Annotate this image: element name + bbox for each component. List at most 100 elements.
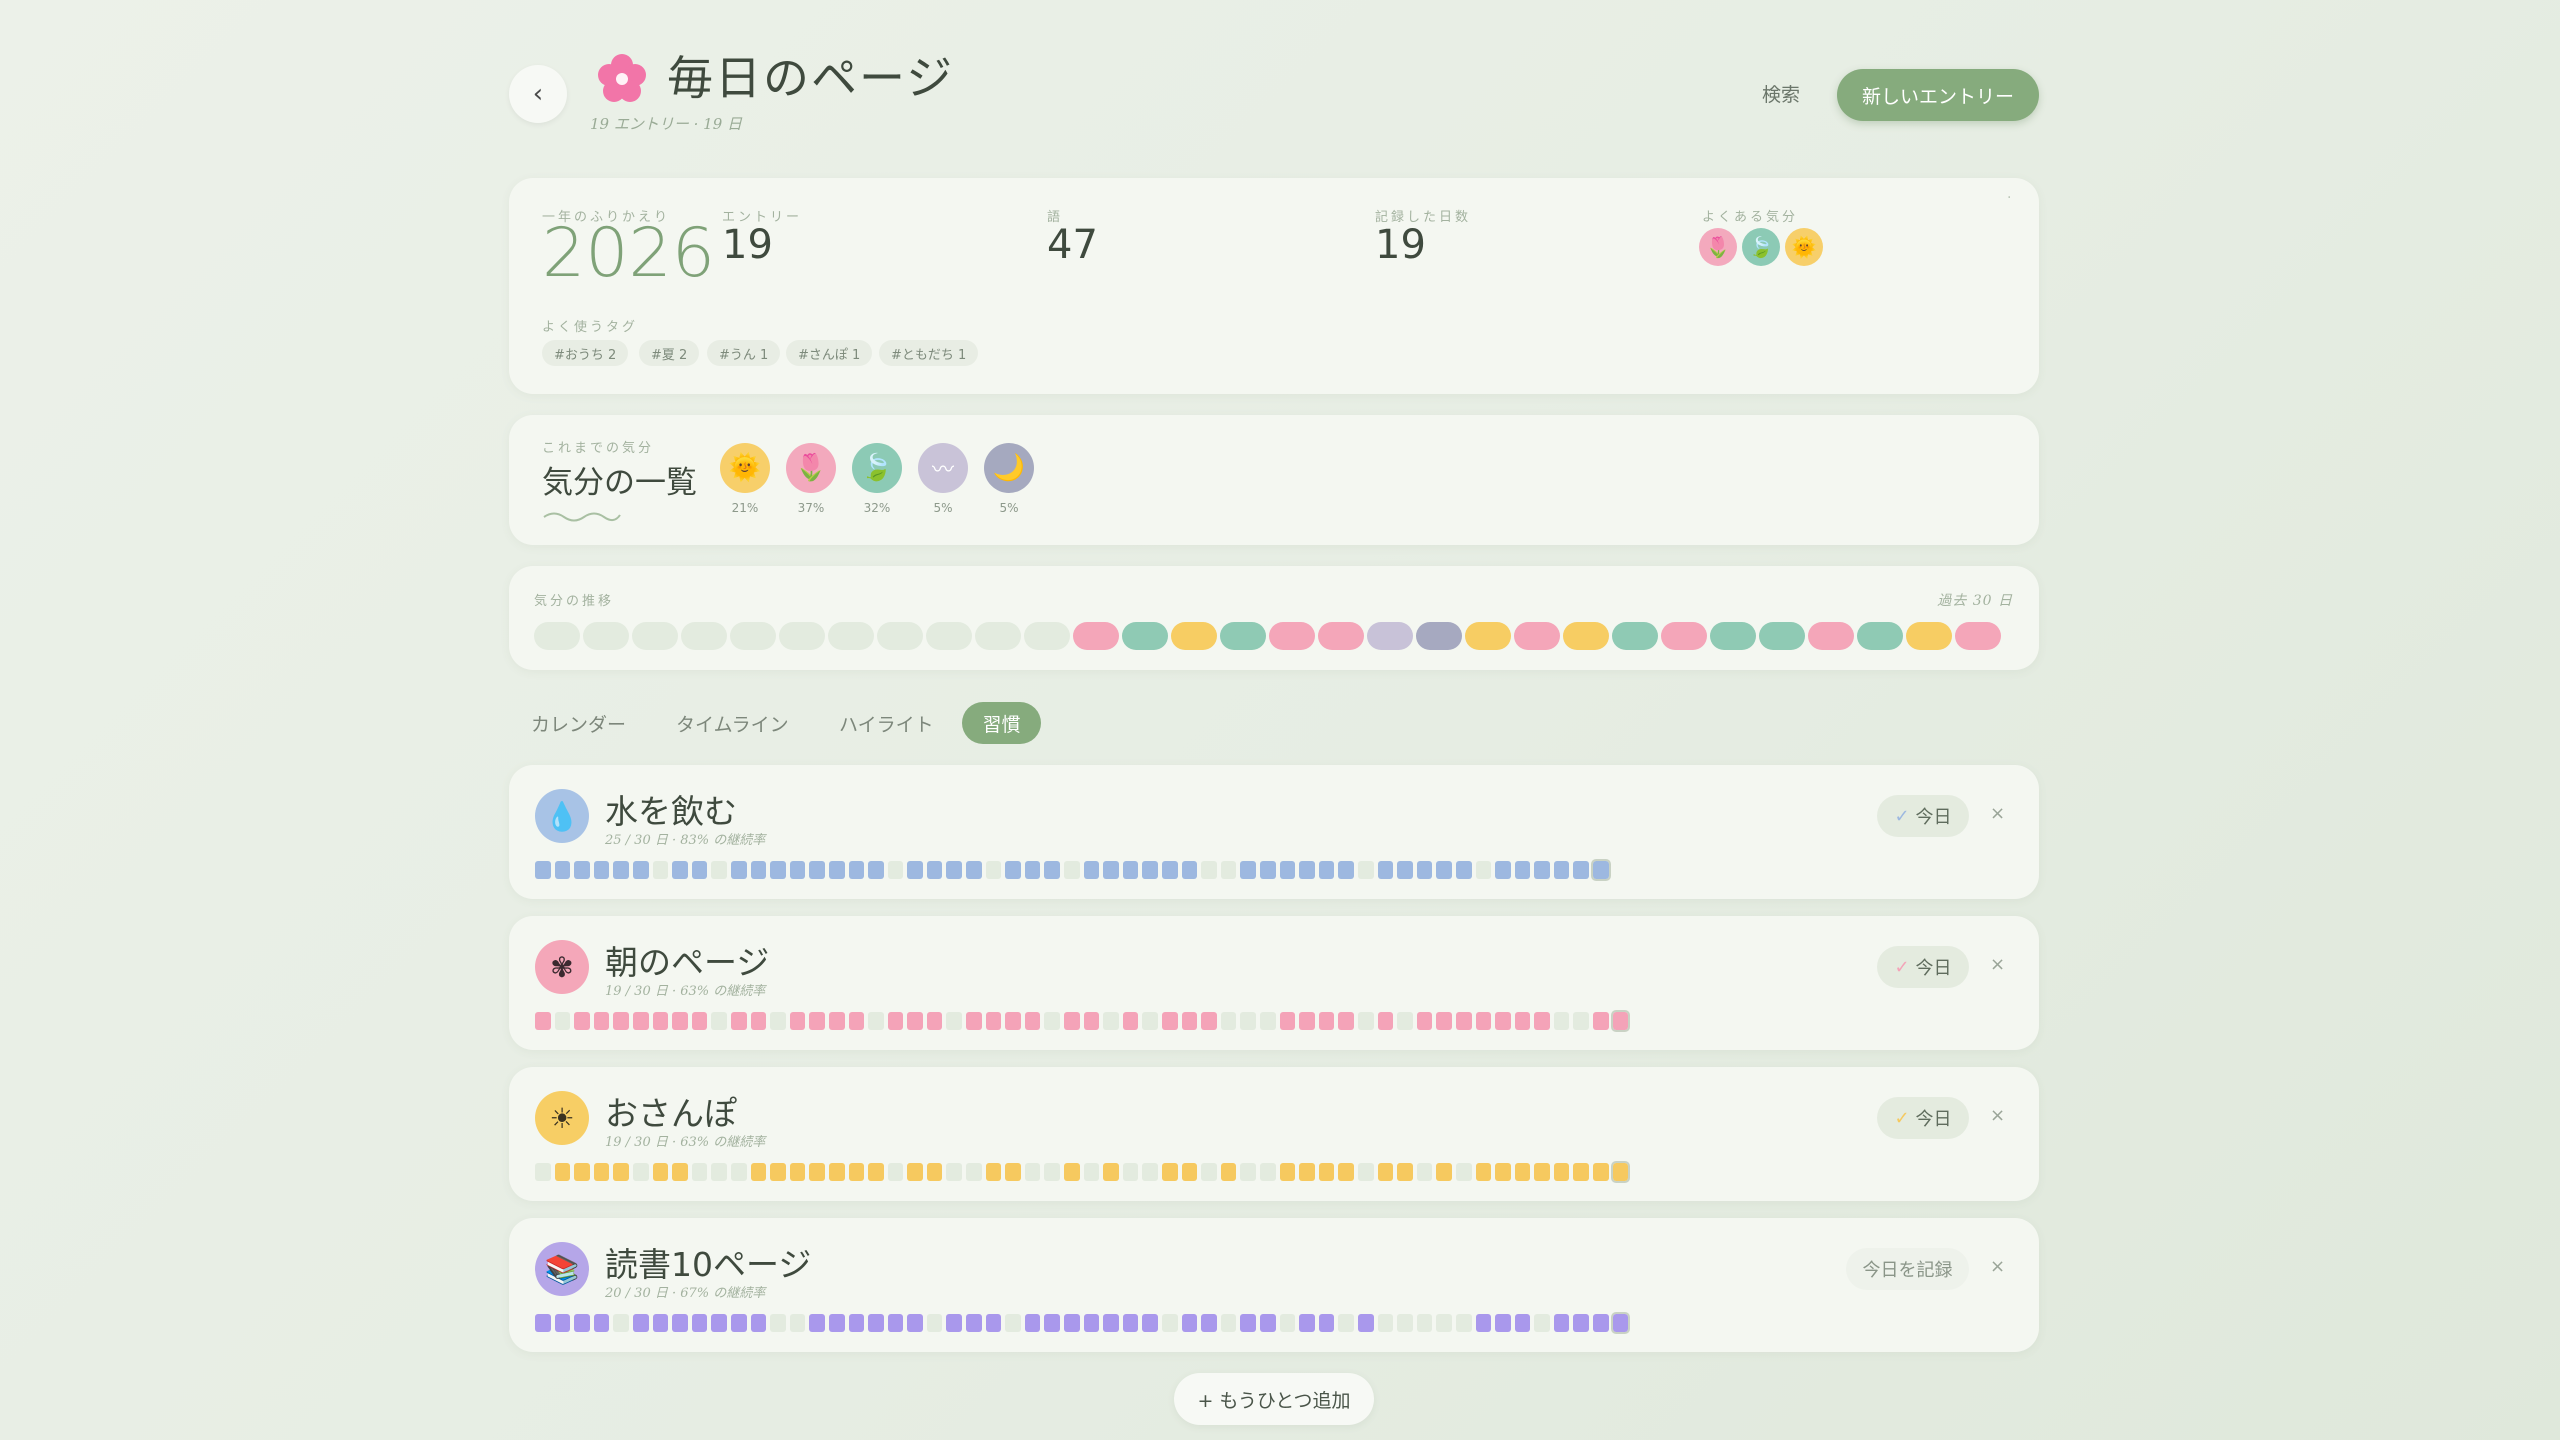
habit-day-cell[interactable] bbox=[887, 1012, 904, 1030]
habit-day-cell[interactable] bbox=[1455, 1163, 1472, 1181]
habit-day-cell[interactable] bbox=[574, 1012, 590, 1030]
habit-day-cell[interactable] bbox=[1299, 1163, 1315, 1181]
habit-day-cell[interactable] bbox=[1514, 1012, 1531, 1030]
habit-day-cell[interactable] bbox=[828, 1314, 845, 1332]
habit-day-cell[interactable] bbox=[535, 1163, 551, 1181]
habit-day-cell[interactable] bbox=[535, 1314, 551, 1332]
habit-day-cell[interactable] bbox=[711, 1012, 727, 1030]
habit-day-cell[interactable] bbox=[1103, 1163, 1119, 1181]
habit-day-cell[interactable] bbox=[1279, 1163, 1296, 1181]
habit-day-cell[interactable] bbox=[1377, 1314, 1394, 1332]
habit-day-cell[interactable] bbox=[1024, 1163, 1041, 1181]
habit-day-cell[interactable] bbox=[1514, 861, 1531, 879]
habit-day-cell[interactable] bbox=[966, 1314, 982, 1332]
habit-day-cell[interactable] bbox=[985, 1314, 1002, 1332]
habit-day-cell[interactable] bbox=[1593, 1012, 1609, 1030]
habit-day-cell[interactable] bbox=[1259, 861, 1276, 879]
habit-day-cell[interactable] bbox=[1024, 1314, 1041, 1332]
habit-day-cell[interactable] bbox=[632, 1012, 649, 1030]
habit-day-cell[interactable] bbox=[1416, 1314, 1433, 1332]
habit-day-cell[interactable] bbox=[926, 1314, 943, 1332]
habit-day-cell[interactable] bbox=[1475, 1012, 1492, 1030]
mood-trend-day[interactable] bbox=[1955, 622, 2001, 650]
habit-day-cell[interactable] bbox=[946, 861, 963, 879]
habit-day-cell[interactable] bbox=[632, 1314, 649, 1332]
habit-day-cell[interactable] bbox=[1220, 1314, 1237, 1332]
habit-day-cell[interactable] bbox=[1083, 1314, 1100, 1332]
habit-day-cell[interactable] bbox=[1162, 1012, 1178, 1030]
habit-day-cell[interactable] bbox=[593, 1163, 610, 1181]
mood-trend-day[interactable] bbox=[1416, 622, 1462, 650]
habit-day-cell[interactable] bbox=[868, 1163, 884, 1181]
habit-day-cell[interactable] bbox=[1103, 861, 1119, 879]
remove-habit-button[interactable]: × bbox=[1990, 954, 2005, 975]
habit-day-cell[interactable] bbox=[554, 1314, 571, 1332]
habit-day-cell[interactable] bbox=[1220, 1163, 1237, 1181]
habit-day-cell[interactable] bbox=[1573, 861, 1590, 879]
habit-day-cell[interactable] bbox=[770, 1314, 786, 1332]
habit-day-cell[interactable] bbox=[809, 1012, 825, 1030]
habit-day-cell[interactable] bbox=[1005, 1163, 1021, 1181]
habit-day-cell[interactable] bbox=[613, 861, 629, 879]
habit-day-cell[interactable] bbox=[1064, 1012, 1080, 1030]
habit-day-cell[interactable] bbox=[652, 861, 669, 879]
mood-trend-day[interactable] bbox=[1073, 622, 1119, 650]
mood-trend-day[interactable] bbox=[828, 622, 874, 650]
remove-habit-button[interactable]: × bbox=[1990, 1256, 2005, 1277]
remove-habit-button[interactable]: × bbox=[1990, 1105, 2005, 1126]
habit-day-cell[interactable] bbox=[1416, 1163, 1433, 1181]
habit-day-cell[interactable] bbox=[711, 861, 727, 879]
habit-day-cell[interactable] bbox=[966, 861, 982, 879]
mood-trend-day[interactable] bbox=[534, 622, 580, 650]
habit-day-cell[interactable] bbox=[672, 1163, 688, 1181]
habit-day-cell[interactable] bbox=[1181, 1163, 1198, 1181]
tag-chip[interactable]: #ともだち 1 bbox=[879, 340, 979, 366]
habit-day-cell[interactable] bbox=[632, 861, 649, 879]
habit-day-cell[interactable] bbox=[1240, 1163, 1256, 1181]
tab-highlights[interactable]: ハイライト bbox=[839, 702, 934, 744]
mood-trend-day[interactable] bbox=[1612, 622, 1658, 650]
habit-day-cell[interactable] bbox=[652, 1163, 669, 1181]
habit-day-cell[interactable] bbox=[1083, 1163, 1100, 1181]
habit-day-cell[interactable] bbox=[1083, 861, 1100, 879]
habit-day-cell[interactable] bbox=[1005, 1012, 1021, 1030]
habit-day-cell[interactable] bbox=[1201, 1012, 1217, 1030]
add-habit-button[interactable]: + もうひとつ追加 bbox=[1174, 1373, 1374, 1425]
habit-day-cell[interactable] bbox=[1610, 1312, 1631, 1334]
habit-day-cell[interactable] bbox=[672, 1012, 688, 1030]
habit-day-cell[interactable] bbox=[1142, 1012, 1158, 1030]
mood-trend-day[interactable] bbox=[1857, 622, 1903, 650]
habit-day-cell[interactable] bbox=[1377, 1012, 1394, 1030]
habit-day-cell[interactable] bbox=[672, 861, 688, 879]
habit-day-cell[interactable] bbox=[1044, 1012, 1061, 1030]
habit-day-cell[interactable] bbox=[750, 1163, 767, 1181]
habit-day-cell[interactable] bbox=[1103, 1012, 1119, 1030]
habit-day-cell[interactable] bbox=[1397, 1012, 1413, 1030]
habit-day-cell[interactable] bbox=[946, 1012, 963, 1030]
habit-day-cell[interactable] bbox=[730, 1314, 747, 1332]
mood-trend-day[interactable] bbox=[681, 622, 727, 650]
habit-day-cell[interactable] bbox=[1220, 861, 1237, 879]
leaf-icon[interactable]: 🍃 bbox=[852, 443, 902, 493]
habit-day-cell[interactable] bbox=[1455, 861, 1472, 879]
mood-trend-day[interactable] bbox=[1514, 622, 1560, 650]
habit-day-cell[interactable] bbox=[1534, 1012, 1550, 1030]
habit-day-cell[interactable] bbox=[1436, 1012, 1452, 1030]
habit-day-cell[interactable] bbox=[1553, 861, 1570, 879]
habit-day-cell[interactable] bbox=[1240, 1012, 1256, 1030]
habit-day-cell[interactable] bbox=[1495, 1163, 1511, 1181]
habit-day-cell[interactable] bbox=[828, 1012, 845, 1030]
habit-day-cell[interactable] bbox=[1299, 861, 1315, 879]
habit-day-cell[interactable] bbox=[1259, 1012, 1276, 1030]
habit-day-cell[interactable] bbox=[1259, 1163, 1276, 1181]
habit-day-cell[interactable] bbox=[789, 861, 806, 879]
habit-day-cell[interactable] bbox=[554, 1012, 571, 1030]
mark-today-button[interactable]: ✓ 今日 bbox=[1877, 795, 1969, 837]
habit-day-cell[interactable] bbox=[1475, 861, 1492, 879]
habit-day-cell[interactable] bbox=[789, 1314, 806, 1332]
habit-day-cell[interactable] bbox=[1338, 1163, 1354, 1181]
habit-day-cell[interactable] bbox=[907, 1163, 923, 1181]
mood-trend-day[interactable] bbox=[1661, 622, 1707, 650]
moon-icon[interactable]: 🌙 bbox=[984, 443, 1034, 493]
habit-day-cell[interactable] bbox=[1573, 1012, 1590, 1030]
